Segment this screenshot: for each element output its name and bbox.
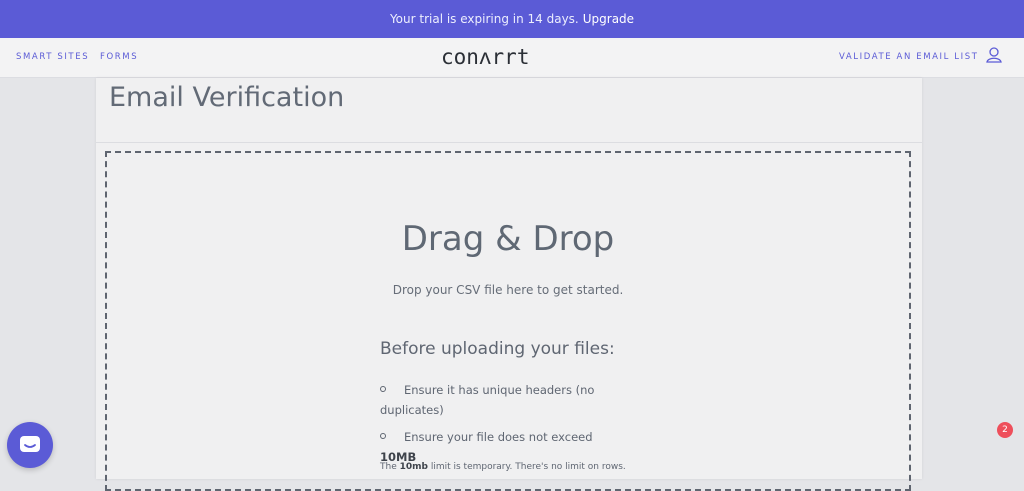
page-title: Email Verification: [109, 82, 345, 113]
bullet-icon: [380, 432, 386, 439]
chat-icon: [20, 436, 40, 452]
requirement-item: Ensure it has unique headers (no duplica…: [380, 380, 620, 420]
requirement-text: Ensure it has unique headers (no duplica…: [380, 383, 595, 417]
main-card: Email Verification Drag & Drop Drop your…: [96, 78, 922, 491]
title-divider: [96, 142, 922, 143]
trial-message: Your trial is expiring in 14 days.: [389, 12, 579, 26]
bullet-icon: [380, 385, 386, 392]
note-bold: 10mb: [399, 462, 428, 472]
requirements-heading: Before uploading your files:: [380, 339, 615, 359]
trial-banner: Your trial is expiring in 14 days. Upgra…: [0, 0, 1024, 38]
requirement-item: Ensure your file does not exceed 10MB: [380, 427, 620, 467]
note-suffix: limit is temporary. There's no limit on …: [427, 462, 626, 472]
notification-badge[interactable]: 2: [997, 422, 1013, 438]
dropzone-title: Drag & Drop: [401, 219, 615, 259]
nav-validate-email-list[interactable]: VALIDATE AN EMAIL LIST: [839, 52, 979, 62]
note-prefix: The: [380, 462, 400, 472]
logo-text: conᴧrrt: [441, 45, 529, 69]
upload-note: The 10mb limit is temporary. There's no …: [380, 462, 626, 472]
user-icon[interactable]: [985, 46, 1003, 64]
top-navigation: SMART SITES FORMS conᴧrrt VALIDATE AN EM…: [0, 38, 1024, 78]
nav-forms[interactable]: FORMS: [100, 52, 138, 62]
requirement-text: Ensure your file does not exceed: [404, 430, 593, 444]
logo-mark: conᴧrrt: [441, 45, 529, 69]
convrrt-logo[interactable]: conᴧrrt: [441, 44, 533, 70]
chat-launcher-button[interactable]: [7, 422, 53, 468]
requirements-list: Ensure it has unique headers (no duplica…: [380, 380, 620, 474]
csv-dropzone[interactable]: Drag & Drop Drop your CSV file here to g…: [105, 151, 911, 491]
nav-smart-sites[interactable]: SMART SITES: [16, 52, 89, 62]
dropzone-subtitle: Drop your CSV file here to get started.: [392, 283, 624, 297]
upgrade-link[interactable]: Upgrade: [583, 12, 634, 26]
